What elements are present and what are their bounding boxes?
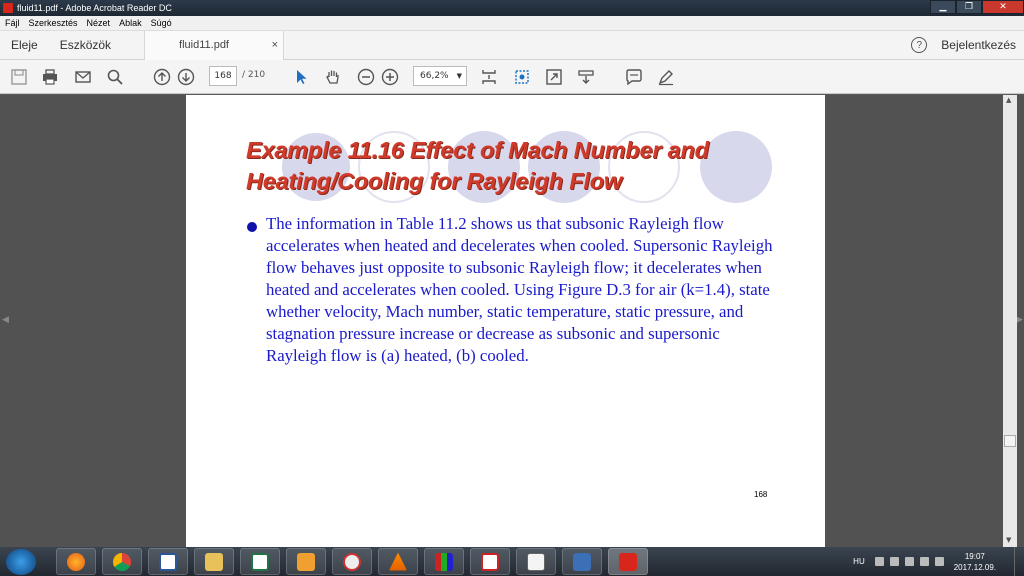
zoom-out-icon[interactable] <box>356 67 376 87</box>
tab-bar: Eleje Eszközök fluid11.pdf × ? Bejelentk… <box>0 30 1024 60</box>
toolbar <box>0 60 1024 94</box>
highlight-pen-icon[interactable] <box>656 67 676 87</box>
menu-view[interactable]: Nézet <box>82 18 115 28</box>
acrobat-app-icon <box>3 3 13 13</box>
page-number-input[interactable]: 168 <box>209 66 237 86</box>
hand-icon[interactable] <box>323 67 343 87</box>
window-titlebar: fluid11.pdf - Adobe Acrobat Reader DC ▁ … <box>0 0 1024 16</box>
scrollbar-thumb[interactable] <box>1004 435 1016 447</box>
save-icon[interactable] <box>9 67 29 87</box>
search-icon[interactable] <box>105 67 125 87</box>
right-panel-toggle-icon[interactable]: ▶ <box>1016 315 1023 325</box>
slide-body-text: The information in Table 11.2 shows us t… <box>266 214 773 365</box>
zoom-select[interactable]: 66,2% ▼ <box>413 66 467 86</box>
page-up-icon[interactable] <box>152 67 172 87</box>
full-screen-icon[interactable] <box>544 67 564 87</box>
slide-title-line-2: Heating/Cooling for Rayleigh Flow <box>246 168 622 194</box>
vertical-scrollbar[interactable]: ▲ ▼ <box>1003 95 1017 547</box>
zoom-value: 66,2% <box>420 71 449 81</box>
menu-file[interactable]: Fájl <box>0 18 24 28</box>
comment-icon[interactable] <box>624 67 644 87</box>
tray-network-icon[interactable] <box>904 557 914 566</box>
tray-battery-icon[interactable] <box>919 557 929 566</box>
document-tab-label: fluid11.pdf <box>179 39 229 51</box>
menu-window[interactable]: Ablak <box>114 18 146 28</box>
media-player-icon[interactable] <box>286 548 326 575</box>
zoom-in-icon[interactable] <box>380 67 400 87</box>
slide-page-number: 168 <box>754 490 768 499</box>
start-button[interactable] <box>6 548 36 575</box>
tray-app-icon[interactable] <box>874 557 884 566</box>
window-title: fluid11.pdf - Adobe Acrobat Reader DC <box>17 3 172 13</box>
vlc-icon[interactable] <box>378 548 418 575</box>
maximize-button[interactable]: ❐ <box>956 0 982 14</box>
window-controls: ▁ ❐ ✕ <box>930 0 1024 14</box>
wave-app-icon[interactable] <box>562 548 602 575</box>
explorer-icon[interactable] <box>194 548 234 575</box>
tray-flag-icon[interactable] <box>889 557 899 566</box>
acrobat-icon[interactable] <box>608 548 648 575</box>
close-window-button[interactable]: ✕ <box>982 0 1024 14</box>
left-panel-toggle-icon[interactable]: ◀ <box>2 315 9 325</box>
chart-app-icon[interactable] <box>516 548 556 575</box>
excel-icon[interactable] <box>240 548 280 575</box>
rotate-icon[interactable] <box>512 67 532 87</box>
tray-volume-icon[interactable] <box>934 557 944 566</box>
pdf-page: Example 11.16 Effect of Mach Number and … <box>186 95 825 547</box>
print-icon[interactable] <box>40 67 60 87</box>
chrome-icon[interactable] <box>102 548 142 575</box>
taskbar: HU 19:07 2017.12.09. <box>0 547 1024 576</box>
tab-tools[interactable]: Eszközök <box>49 38 122 52</box>
page-down-icon[interactable] <box>176 67 196 87</box>
menu-bar: Fájl Szerkesztés Nézet Ablak Súgó <box>0 16 1024 31</box>
fit-page-icon[interactable] <box>479 67 499 87</box>
bullet-icon <box>247 222 257 232</box>
minimize-button[interactable]: ▁ <box>930 0 956 14</box>
slide-title: Example 11.16 Effect of Mach Number and … <box>246 135 709 197</box>
email-icon[interactable] <box>73 67 93 87</box>
select-cursor-icon[interactable] <box>291 67 311 87</box>
language-indicator[interactable]: HU <box>853 557 865 566</box>
menu-edit[interactable]: Szerkesztés <box>24 18 82 28</box>
signin-button[interactable]: Bejelentkezés <box>941 38 1016 52</box>
scroll-down-icon[interactable]: ▼ <box>1006 536 1011 544</box>
read-mode-icon[interactable] <box>576 67 596 87</box>
clock-app-icon[interactable] <box>332 548 372 575</box>
help-icon[interactable]: ? <box>911 37 928 53</box>
tray-icons <box>874 557 944 566</box>
close-tab-icon[interactable]: × <box>272 39 278 51</box>
tab-home[interactable]: Eleje <box>0 38 49 52</box>
clock-date: 2017.12.09. <box>953 562 996 572</box>
slide-title-line-1: Example 11.16 Effect of Mach Number and <box>246 137 709 163</box>
show-desktop-button[interactable] <box>1014 547 1024 576</box>
chevron-down-icon: ▼ <box>456 72 462 80</box>
clock[interactable]: 19:07 2017.12.09. <box>954 551 996 573</box>
clock-time: 19:07 <box>964 551 985 561</box>
menu-help[interactable]: Súgó <box>146 18 176 28</box>
word-icon[interactable] <box>148 548 188 575</box>
scroll-up-icon[interactable]: ▲ <box>1006 96 1011 104</box>
music-app-icon[interactable] <box>470 548 510 575</box>
firefox-icon[interactable] <box>56 548 96 575</box>
tab-document[interactable]: fluid11.pdf × <box>144 30 285 60</box>
system-tray: HU 19:07 2017.12.09. <box>853 547 1024 576</box>
colorbars-icon[interactable] <box>424 548 464 575</box>
page-total: / 210 <box>242 70 266 80</box>
